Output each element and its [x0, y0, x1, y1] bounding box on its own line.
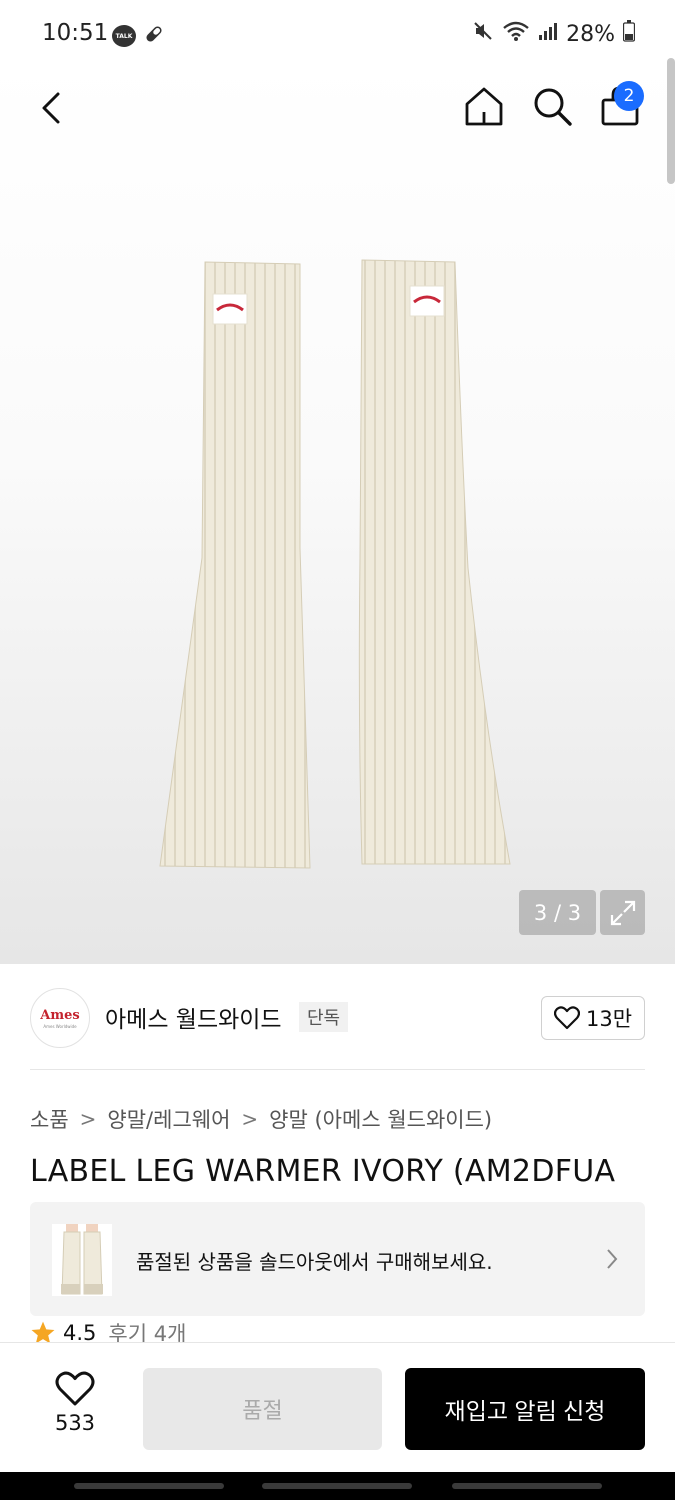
divider [30, 1069, 645, 1070]
exclusive-badge: 단독 [299, 1002, 349, 1032]
pill-icon [142, 22, 166, 50]
banner-thumbnail [52, 1224, 112, 1296]
restock-alert-button[interactable]: 재입고 알림 신청 [405, 1368, 645, 1450]
breadcrumb: 소품 > 양말/레그웨어 > 양말 (아메스 월드와이드) [30, 1104, 492, 1134]
soldout-button: 품절 [143, 1368, 382, 1450]
status-system-icons: 28% [472, 20, 636, 48]
expand-image-button[interactable] [600, 890, 645, 935]
breadcrumb-item[interactable]: 소품 [30, 1104, 69, 1134]
product-image [150, 258, 530, 878]
brand-name[interactable]: 아메스 월드와이드 [105, 1000, 282, 1034]
status-time: 10:51 [42, 20, 109, 46]
cart-count-badge[interactable]: 2 [614, 81, 644, 111]
gesture-pill [74, 1483, 224, 1489]
brand-row[interactable]: Ames Ames Worldwide 아메스 월드와이드 단독 13만 [30, 986, 645, 1048]
mute-icon [472, 20, 494, 48]
breadcrumb-item[interactable]: 양말 (아메스 월드와이드) [269, 1104, 492, 1134]
brand-logo-text: Ames [40, 1007, 80, 1023]
product-gallery[interactable]: 2 3 / 3 [0, 58, 675, 964]
soldout-banner-text: 품절된 상품을 솔드아웃에서 구매해보세요. [136, 1250, 493, 1274]
breadcrumb-item[interactable]: 양말/레그웨어 [107, 1104, 230, 1134]
talk-icon: TALK [112, 25, 136, 47]
wishlist-count: 533 [54, 1411, 96, 1435]
brand-logo[interactable]: Ames Ames Worldwide [30, 988, 90, 1048]
bottom-action-bar: 533 품절 재입고 알림 신청 [0, 1342, 675, 1472]
product-title: LABEL LEG WARMER IVORY (AM2DFUA [30, 1154, 616, 1189]
back-arrow-icon[interactable] [30, 86, 74, 130]
wishlist-button[interactable]: 533 [30, 1371, 120, 1451]
scrollbar-thumb[interactable] [667, 58, 675, 184]
wifi-icon [502, 20, 530, 48]
brand-like-button[interactable]: 13만 [541, 996, 645, 1040]
chevron-right-icon: > [79, 1107, 97, 1131]
gesture-pill [262, 1483, 412, 1489]
heart-icon [553, 1006, 580, 1030]
navigation-gesture-bar [0, 1472, 675, 1500]
search-icon[interactable] [530, 84, 574, 128]
home-icon[interactable] [462, 84, 506, 128]
image-counter: 3 / 3 [519, 890, 596, 935]
gesture-pill [452, 1483, 602, 1489]
soldout-banner[interactable]: 품절된 상품을 솔드아웃에서 구매해보세요. [30, 1202, 645, 1316]
chevron-right-icon: > [241, 1107, 259, 1131]
brand-logo-subtext: Ames Worldwide [43, 1023, 77, 1029]
battery-text: 28% [566, 21, 615, 47]
chevron-right-icon [605, 1248, 619, 1274]
expand-icon [610, 900, 635, 925]
status-notification-icons: TALK [112, 22, 166, 50]
battery-icon [622, 20, 636, 48]
heart-icon [55, 1371, 95, 1406]
brand-like-count: 13만 [585, 1007, 633, 1031]
signal-icon [538, 21, 558, 47]
